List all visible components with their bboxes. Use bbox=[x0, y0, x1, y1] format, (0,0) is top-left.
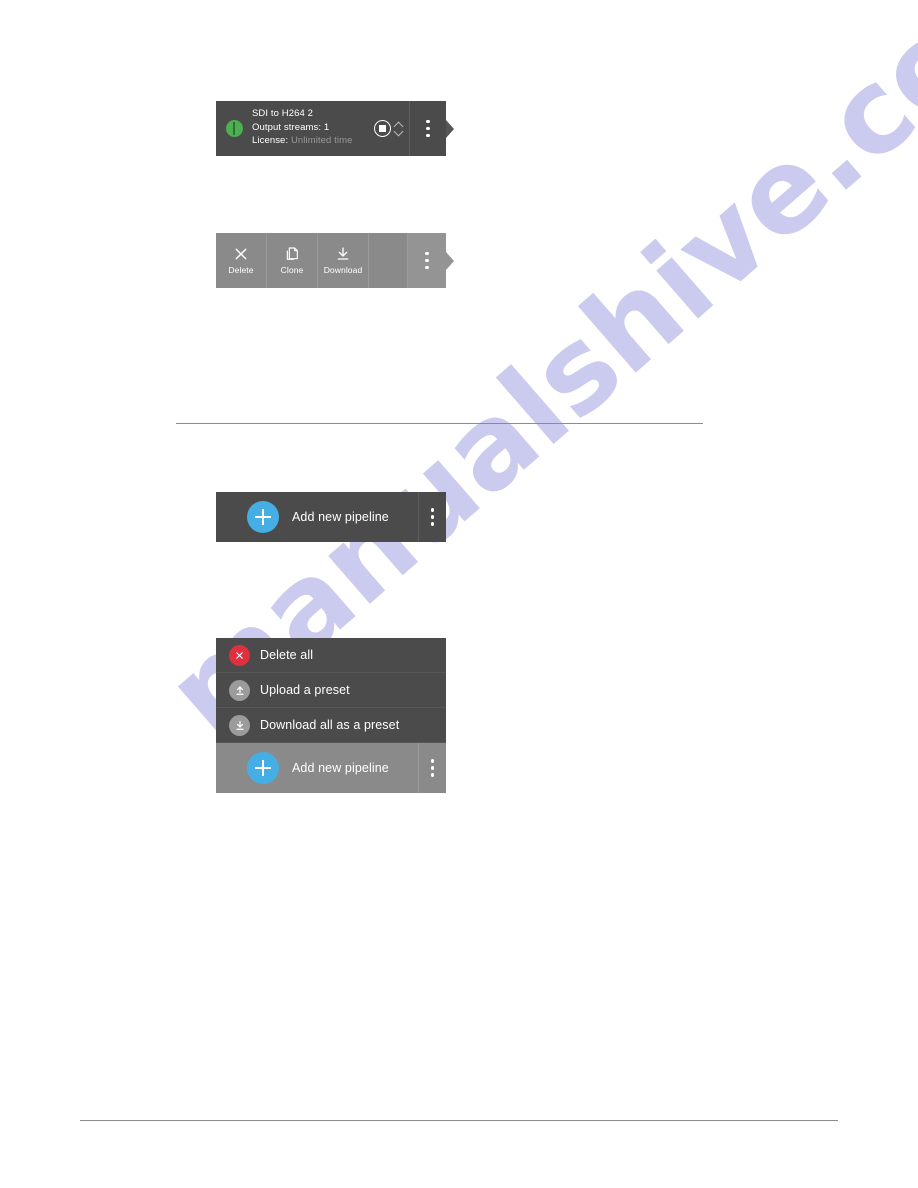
document-page: manualshive.com SDI to H264 2 Output str… bbox=[0, 0, 918, 1188]
output-streams-count: Output streams: 1 bbox=[252, 121, 330, 133]
menu-footer-kebab-button[interactable] bbox=[418, 743, 446, 793]
clone-label: Clone bbox=[280, 265, 304, 275]
status-text-block: SDI to H264 2 Output streams: 1 License:… bbox=[252, 101, 374, 156]
menu-item-upload-preset-label: Upload a preset bbox=[260, 683, 350, 697]
download-label: Download bbox=[323, 265, 363, 275]
pipeline-action-toolbar[interactable]: Delete Clone Download bbox=[216, 233, 454, 288]
menu-item-delete-all-label: Delete all bbox=[260, 648, 314, 662]
plus-circle-icon bbox=[247, 501, 279, 533]
delete-label: Delete bbox=[228, 265, 254, 275]
menu-item-delete-all[interactable]: Delete all bbox=[216, 638, 446, 673]
stepper-control[interactable] bbox=[394, 122, 403, 135]
kebab-menu-icon bbox=[430, 759, 435, 777]
green-status-led-icon bbox=[225, 120, 243, 137]
status-led-cell bbox=[216, 101, 252, 156]
status-controls bbox=[374, 101, 409, 156]
add-bar-kebab-button[interactable] bbox=[418, 492, 446, 542]
upload-arrow-circle-icon bbox=[229, 679, 250, 701]
card-kebab-button[interactable] bbox=[409, 101, 454, 156]
stop-button-icon[interactable] bbox=[374, 120, 391, 137]
download-arrow-icon bbox=[337, 247, 349, 260]
menu-item-upload-preset[interactable]: Upload a preset bbox=[216, 673, 446, 708]
pipeline-name: SDI to H264 2 bbox=[252, 108, 313, 119]
arrow-right-tab-icon bbox=[446, 251, 454, 270]
kebab-menu-icon bbox=[426, 119, 430, 138]
menu-item-download-all-preset-label: Download all as a preset bbox=[260, 718, 400, 732]
add-new-pipeline-button[interactable]: Add new pipeline bbox=[216, 492, 418, 542]
chevron-down-icon[interactable] bbox=[394, 130, 403, 135]
pipeline-status-card[interactable]: SDI to H264 2 Output streams: 1 License:… bbox=[216, 101, 454, 156]
kebab-menu-icon bbox=[425, 251, 429, 270]
plus-circle-icon bbox=[247, 752, 279, 784]
license-value: Unlimited time bbox=[290, 135, 353, 146]
menu-add-new-pipeline-label: Add new pipeline bbox=[292, 761, 389, 775]
pipeline-options-menu[interactable]: Delete all Upload a preset Download all … bbox=[216, 638, 446, 793]
clone-button[interactable]: Clone bbox=[267, 233, 318, 288]
menu-add-new-pipeline-bar[interactable]: Add new pipeline bbox=[216, 743, 446, 793]
download-button[interactable]: Download bbox=[318, 233, 369, 288]
kebab-menu-icon bbox=[430, 508, 435, 526]
horizontal-rule-bottom bbox=[80, 1120, 838, 1121]
toolbar-empty-slot bbox=[369, 233, 408, 288]
add-new-pipeline-bar[interactable]: Add new pipeline bbox=[216, 492, 446, 542]
watermark: manualshive.com bbox=[142, 0, 918, 890]
delete-button[interactable]: Delete bbox=[216, 233, 267, 288]
horizontal-rule-top bbox=[176, 423, 703, 424]
license-line: License: Unlimited time bbox=[252, 135, 374, 148]
delete-x-circle-icon bbox=[229, 644, 250, 666]
toolbar-kebab-button[interactable] bbox=[408, 233, 454, 288]
menu-add-new-pipeline-button[interactable]: Add new pipeline bbox=[216, 743, 418, 793]
copy-duplicate-icon bbox=[286, 247, 298, 260]
add-new-pipeline-label: Add new pipeline bbox=[292, 510, 389, 524]
license-label: License: bbox=[252, 135, 289, 146]
menu-item-download-all-preset[interactable]: Download all as a preset bbox=[216, 708, 446, 743]
close-x-icon bbox=[235, 248, 247, 260]
download-arrow-circle-icon bbox=[229, 714, 250, 736]
arrow-right-tab-icon bbox=[446, 119, 454, 138]
